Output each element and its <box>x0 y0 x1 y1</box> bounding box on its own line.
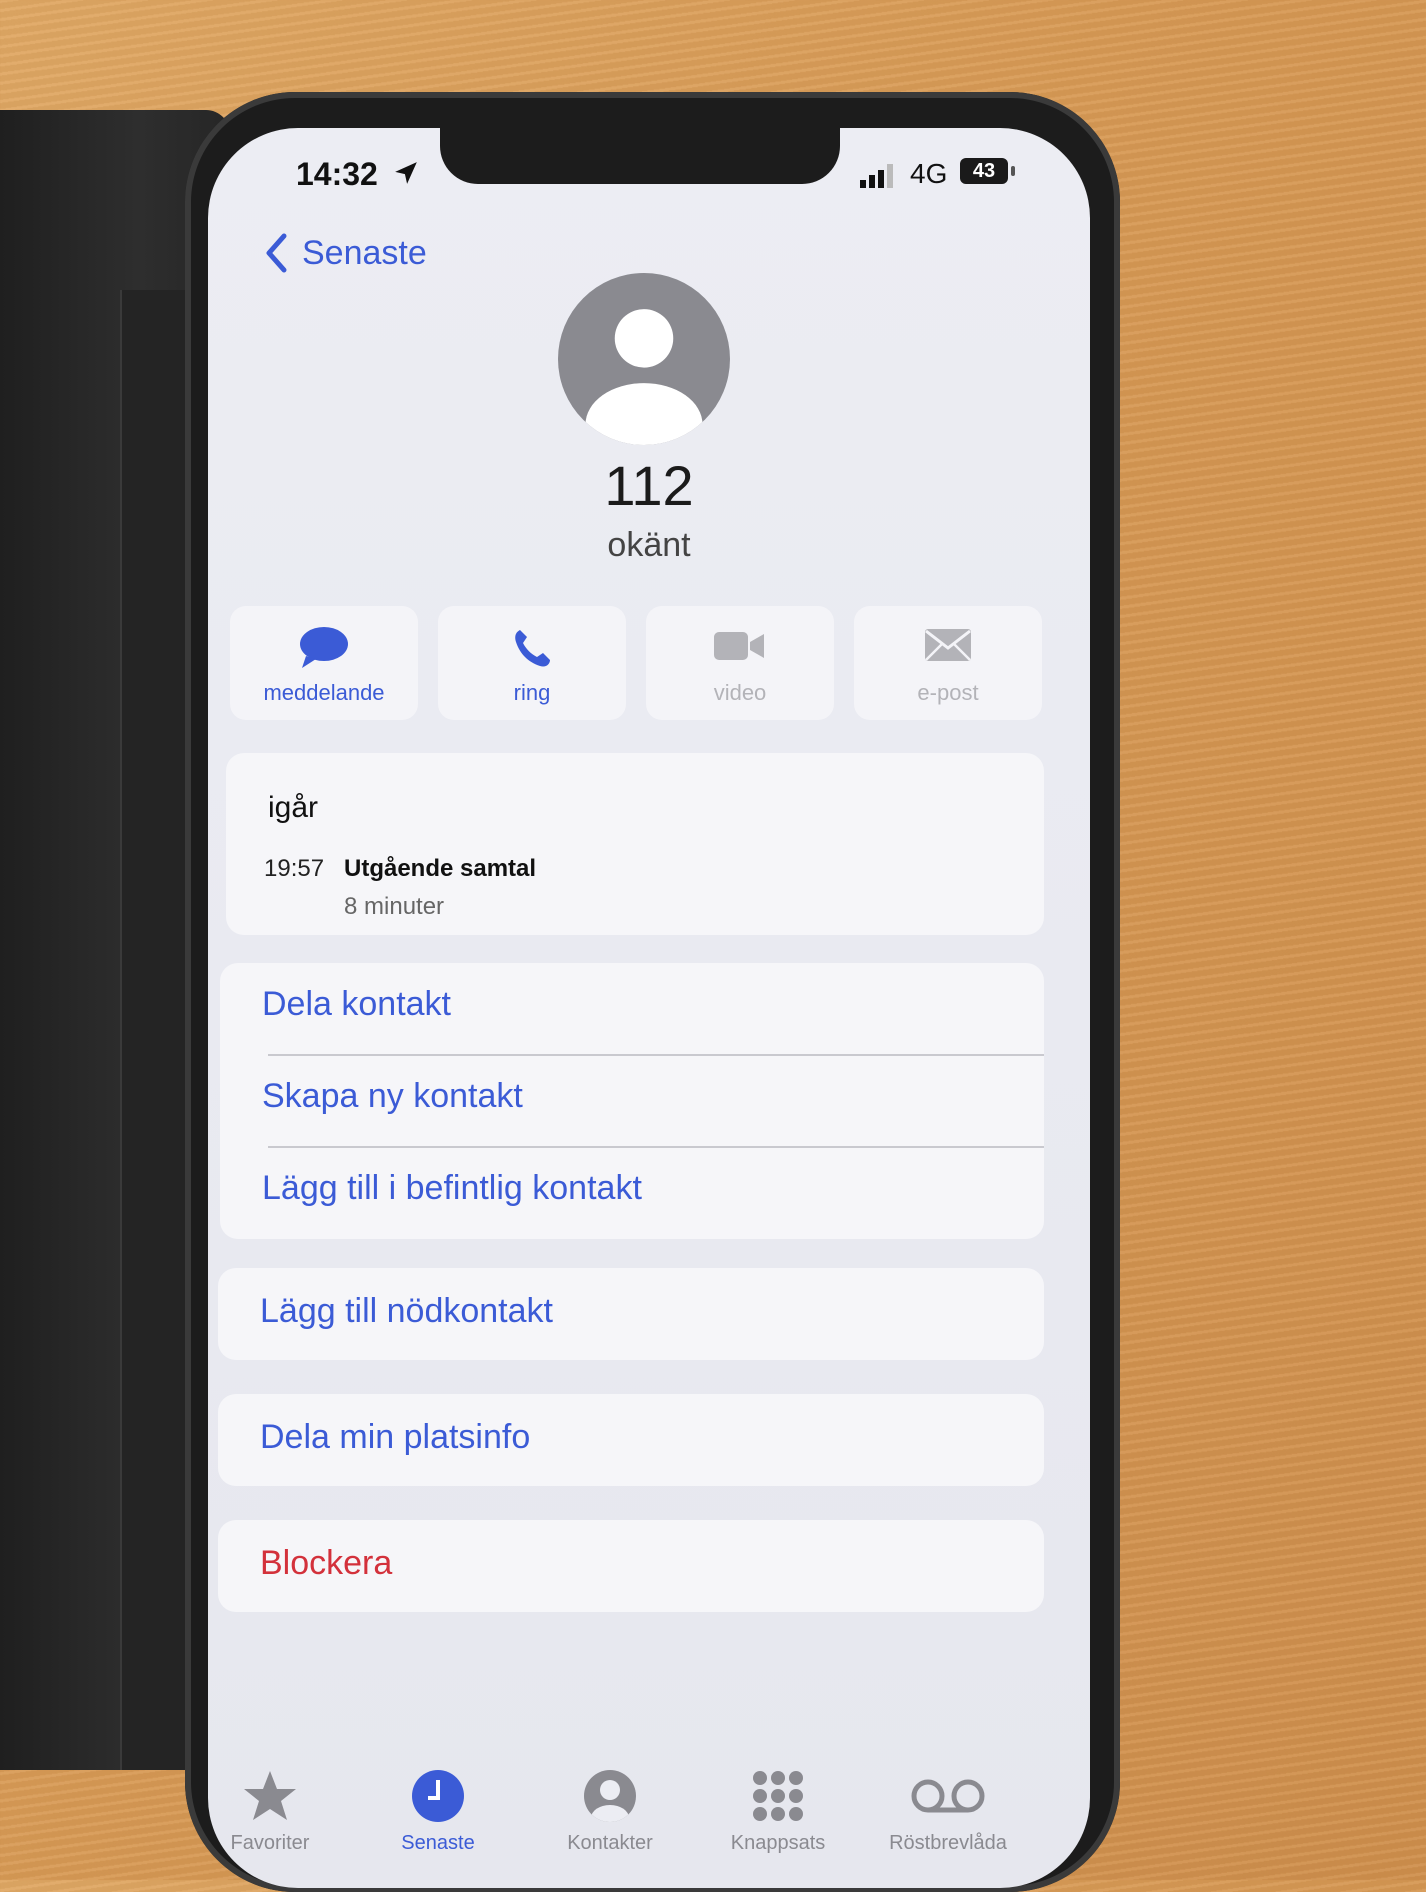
back-button[interactable]: Senaste <box>264 228 427 278</box>
status-time: 14:32 <box>296 156 378 192</box>
tab-label: Favoriter <box>230 1832 310 1854</box>
tab-label: Knappsats <box>730 1832 826 1854</box>
call-day: igår <box>268 791 319 824</box>
create-contact-button[interactable]: Skapa ny kontakt <box>262 1077 523 1116</box>
chevron-left-icon <box>266 233 287 273</box>
block-button[interactable]: Blockera <box>260 1544 392 1583</box>
share-location-card: Dela min platsinfo <box>218 1394 1044 1486</box>
call-duration: 8 minuter <box>344 893 445 920</box>
battery-tip <box>1011 166 1015 176</box>
add-to-existing-contact-button[interactable]: Lägg till i befintlig kontakt <box>262 1169 642 1208</box>
person-circle-icon <box>584 1770 636 1822</box>
tab-favorites[interactable]: Favoriter <box>208 1768 350 1855</box>
message-button[interactable]: meddelande <box>230 606 418 720</box>
notch <box>440 128 840 184</box>
divider <box>268 1054 1044 1056</box>
phone-screen: 14:32 4G 43 Senaste 112 okänt meddelande… <box>208 128 1090 1888</box>
tab-bar: Favoriter Senaste Kontakter Knappsats Rö… <box>208 1768 1090 1888</box>
phone-case-strap <box>120 290 192 1770</box>
tab-recents[interactable]: Senaste <box>358 1768 518 1855</box>
call-type: Utgående samtal <box>344 855 537 882</box>
call-button[interactable]: ring <box>438 606 626 720</box>
tab-contacts[interactable]: Kontakter <box>530 1768 690 1855</box>
email-label: e-post <box>917 680 979 705</box>
call-time: 19:57 <box>264 855 325 882</box>
contact-options-card: Dela kontakt Skapa ny kontakt Lägg till … <box>220 963 1044 1239</box>
call-label: ring <box>513 680 551 705</box>
tab-label: Senaste <box>401 1832 475 1854</box>
tab-voicemail[interactable]: Röstbrevlåda <box>868 1768 1028 1855</box>
message-label: meddelande <box>263 680 385 705</box>
voicemail-icon <box>911 1779 985 1813</box>
keypad-icon <box>753 1771 803 1821</box>
phone-icon <box>515 630 550 667</box>
tab-keypad[interactable]: Knappsats <box>698 1768 858 1855</box>
block-card: Blockera <box>218 1520 1044 1612</box>
message-bubble-icon <box>300 627 348 668</box>
back-label: Senaste <box>302 233 427 272</box>
recent-calls-card: igår 19:57 Utgående samtal 8 minuter <box>226 753 1044 935</box>
email-button[interactable]: e-post <box>854 606 1042 720</box>
clock-icon <box>412 1770 464 1822</box>
contact-number: 112 <box>604 454 694 517</box>
star-icon <box>244 1771 296 1820</box>
avatar-icon <box>558 273 730 445</box>
network-type: 4G <box>910 158 948 189</box>
tab-label: Kontakter <box>567 1832 653 1854</box>
location-arrow-icon <box>395 162 417 184</box>
battery-icon: 43 <box>960 158 1008 184</box>
mail-icon <box>925 629 971 661</box>
tab-label: Röstbrevlåda <box>889 1832 1007 1854</box>
video-camera-icon <box>714 632 764 660</box>
contact-label: okänt <box>607 526 691 564</box>
add-emergency-contact-button[interactable]: Lägg till nödkontakt <box>260 1292 553 1331</box>
share-location-button[interactable]: Dela min platsinfo <box>260 1418 530 1457</box>
video-label: video <box>713 680 767 705</box>
emergency-contact-card: Lägg till nödkontakt <box>218 1268 1044 1360</box>
video-button[interactable]: video <box>646 606 834 720</box>
signal-bars-icon <box>860 164 893 188</box>
divider <box>268 1146 1044 1148</box>
share-contact-button[interactable]: Dela kontakt <box>262 985 451 1024</box>
